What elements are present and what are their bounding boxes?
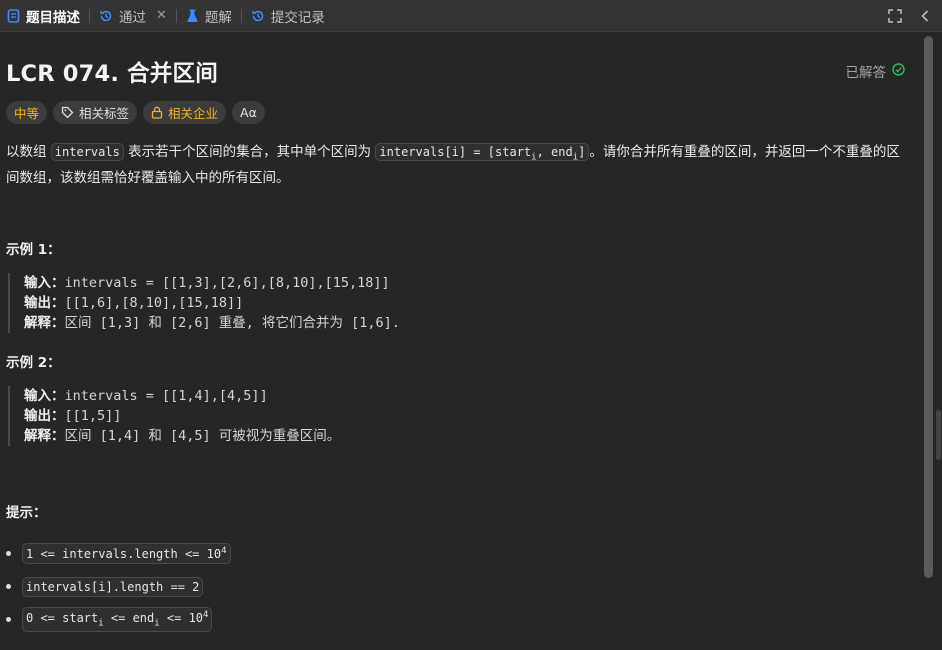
example-input: 输入：intervals = [[1,3],[2,6],[8,10],[15,1… xyxy=(24,275,390,291)
vertical-scrollbar[interactable] xyxy=(924,36,933,578)
tab-bar: 题目描述 通过 ✕ 题解 提交记录 xyxy=(0,0,942,32)
related-companies-button[interactable]: 相关企业 xyxy=(143,101,227,124)
description-text: 表示若干个区间的集合，其中单个区间为 xyxy=(128,144,372,160)
example-2-title: 示例 2： xyxy=(6,355,61,371)
example-explanation: 解释：区间 [1,4] 和 [4,5] 可被视为重叠区间。 xyxy=(24,428,341,444)
example-1-block: 输入：intervals = [[1,3],[2,6],[8,10],[15,1… xyxy=(8,273,400,333)
example-output: 输出：[[1,6],[8,10],[15,18]] xyxy=(24,295,244,311)
tab-separator xyxy=(89,8,90,23)
tab-description[interactable]: 题目描述 xyxy=(0,0,87,32)
example-1-title: 示例 1： xyxy=(6,242,61,258)
bullet xyxy=(6,551,11,556)
tab-description-label: 题目描述 xyxy=(26,9,80,26)
tab-accepted[interactable]: 通过 ✕ xyxy=(92,0,174,32)
tab-submissions-label: 提交记录 xyxy=(270,9,325,26)
chevron-left-icon[interactable] xyxy=(920,9,930,23)
tab-accepted-label: 通过 xyxy=(119,9,146,26)
description-icon xyxy=(7,8,20,23)
bullet xyxy=(6,584,11,589)
close-icon[interactable]: ✕ xyxy=(156,8,167,23)
tab-solutions[interactable]: 题解 xyxy=(179,0,239,32)
inline-code: 0 <= starti <= endi <= 104 xyxy=(22,607,213,632)
tab-separator xyxy=(175,8,177,23)
list-item: intervals[i].length == 2 xyxy=(6,570,231,603)
panel-resize-handle[interactable] xyxy=(936,410,941,460)
inline-code: 1 <= intervals.length <= 104 xyxy=(22,543,231,564)
inline-code: intervals[i] = [starti, endi] xyxy=(375,143,590,162)
example-explanation: 解释：区间 [1,3] 和 [2,6] 重叠, 将它们合并为 [1,6]. xyxy=(24,315,400,331)
clock-icon xyxy=(251,9,265,23)
related-tags-label: 相关标签 xyxy=(79,106,130,121)
tag-icon xyxy=(61,106,74,119)
tab-separator xyxy=(240,8,242,23)
difficulty-badge: 中等 xyxy=(6,101,48,124)
problem-description: 以数组 intervals 表示若干个区间的集合，其中单个区间为 interva… xyxy=(6,142,906,189)
inline-code: intervals xyxy=(50,143,124,161)
bullet xyxy=(6,617,11,622)
constraints-title: 提示： xyxy=(6,505,47,521)
solved-status-label: 已解答 xyxy=(845,65,887,81)
related-companies-label: 相关企业 xyxy=(168,106,219,121)
description-text: 以数组 xyxy=(6,144,47,160)
constraints-list: 1 <= intervals.length <= 104 intervals[i… xyxy=(6,537,231,636)
font-size-button[interactable]: Aα xyxy=(232,101,265,124)
inline-code: intervals[i].length == 2 xyxy=(22,576,204,597)
history-icon xyxy=(99,9,113,23)
problem-title: LCR 074. 合并区间 xyxy=(6,61,218,87)
solved-status: 已解答 xyxy=(846,61,906,81)
example-output: 输出：[[1,5]] xyxy=(24,408,122,424)
list-item: 0 <= starti <= endi <= 104 xyxy=(6,603,231,636)
flask-icon xyxy=(186,9,199,23)
tab-solutions-label: 题解 xyxy=(204,9,232,26)
related-tags-button[interactable]: 相关标签 xyxy=(53,101,138,124)
list-item: 1 <= intervals.length <= 104 xyxy=(6,537,231,570)
fullscreen-icon[interactable] xyxy=(888,9,902,23)
check-circle-icon xyxy=(892,62,905,80)
example-input: 输入：intervals = [[1,4],[4,5]] xyxy=(24,388,268,404)
tab-submissions[interactable]: 提交记录 xyxy=(244,0,332,32)
lock-icon xyxy=(151,106,163,119)
tag-row: 中等 相关标签 相关企业 Aα xyxy=(6,101,265,124)
example-2-block: 输入：intervals = [[1,4],[4,5]] 输出：[[1,5]] … xyxy=(8,386,340,446)
